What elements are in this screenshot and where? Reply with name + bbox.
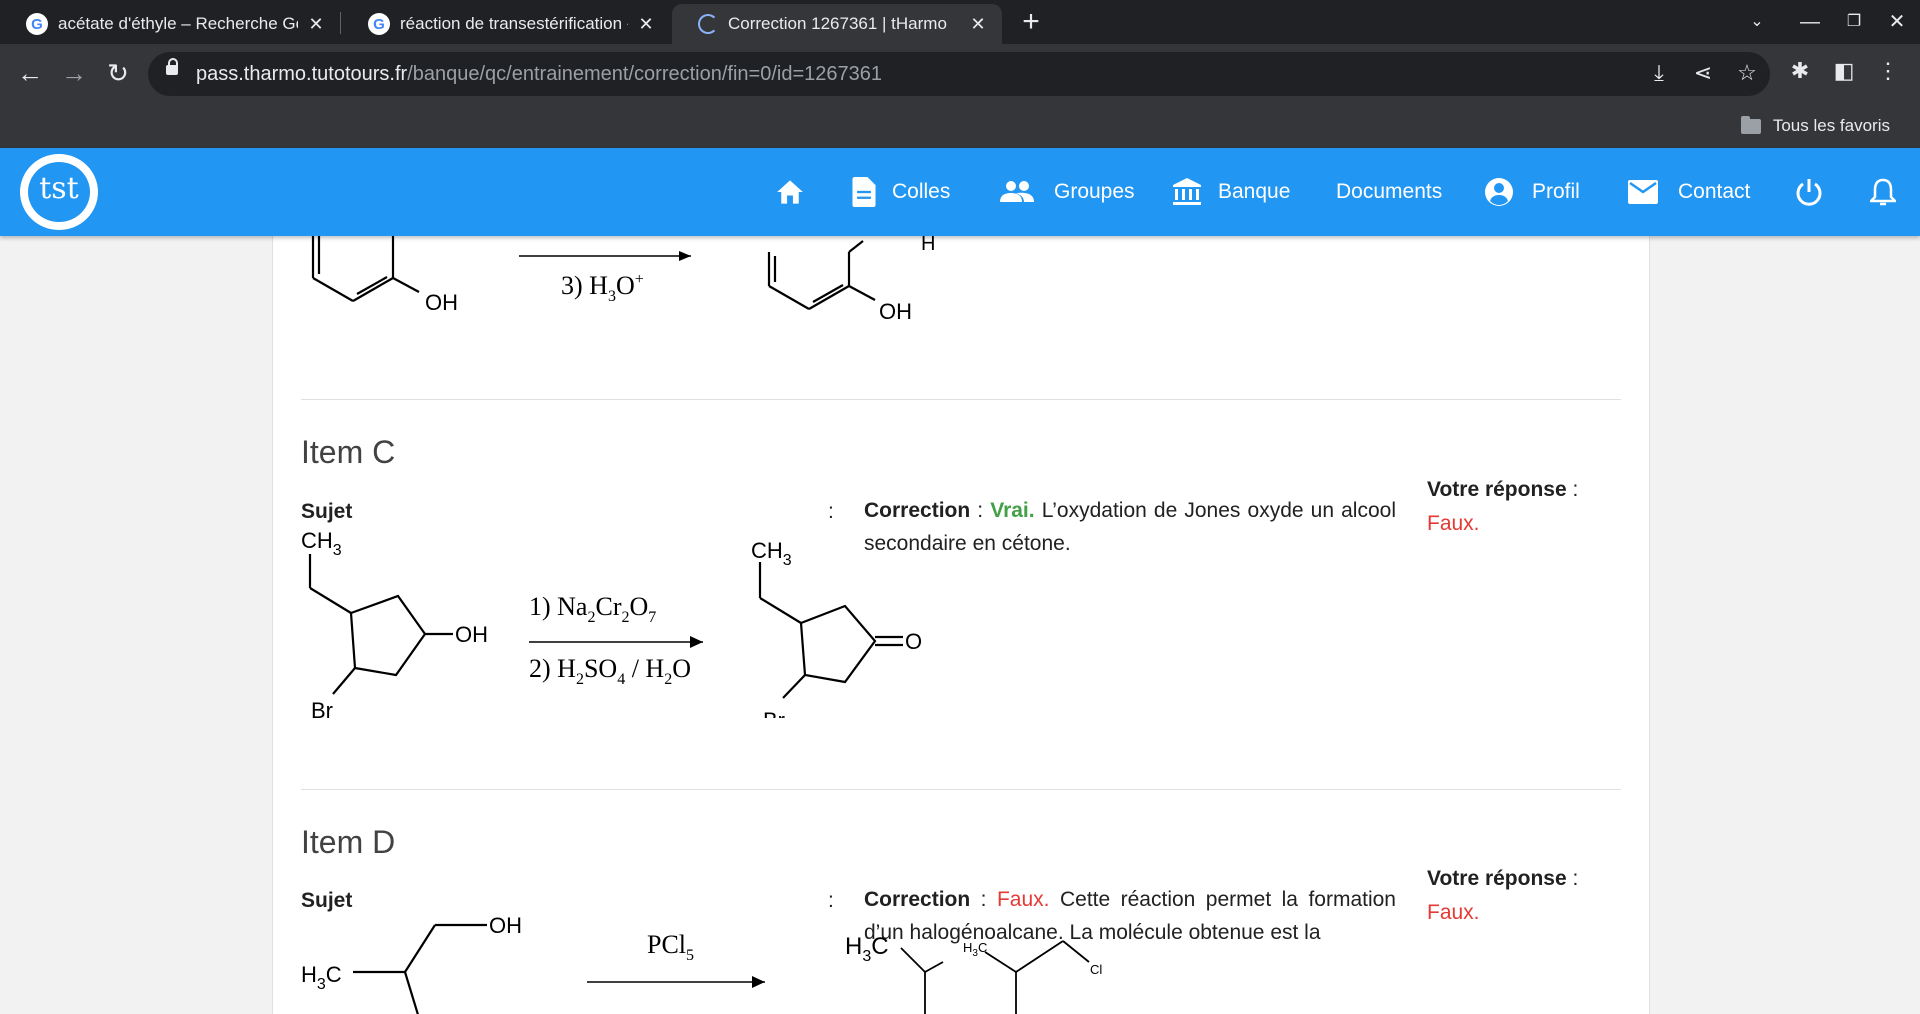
site-navbar: tst Colles Groupes Banque Documents Prof…	[0, 148, 1920, 236]
new-tab-button[interactable]: +	[1014, 4, 1048, 40]
google-icon: G	[26, 13, 48, 35]
install-icon[interactable]: ⤓	[1644, 60, 1674, 86]
nav-groupes[interactable]: Groupes	[1000, 148, 1135, 236]
home-icon	[777, 180, 803, 204]
all-bookmarks-label: Tous les favoris	[1772, 116, 1890, 135]
site-logo[interactable]: tst	[20, 154, 98, 230]
close-icon[interactable]: ✕	[636, 14, 656, 35]
reagent-step3: 3) H3O+	[561, 271, 644, 305]
item-title: Item D	[301, 824, 396, 860]
power-icon	[1796, 179, 1822, 206]
item-divider	[301, 789, 1621, 790]
ketone-o-label: O	[905, 629, 922, 654]
restore-icon[interactable]: ❐	[1837, 6, 1871, 38]
nav-colles[interactable]: Colles	[852, 148, 950, 236]
reagent-step2: 2) H2SO4 / H2O	[529, 654, 691, 688]
nav-documents-label: Documents	[1336, 180, 1443, 203]
votre-reponse-label: Votre réponse :	[1427, 867, 1579, 890]
nav-banque[interactable]: Banque	[1172, 148, 1290, 236]
item-divider	[301, 399, 1621, 400]
nav-colles-label: Colles	[892, 180, 951, 203]
window-close-icon[interactable]: ✕	[1880, 6, 1914, 38]
share-icon[interactable]: ⋖	[1688, 60, 1718, 86]
menu-icon[interactable]: ⋮	[1872, 58, 1904, 84]
nav-documents[interactable]: Documents	[1336, 148, 1442, 236]
people-icon	[1000, 181, 1034, 202]
back-icon[interactable]: ←	[12, 56, 48, 92]
nav-groupes-label: Groupes	[1054, 180, 1135, 203]
all-bookmarks[interactable]: Tous les favoris	[1740, 115, 1890, 136]
item-title: Item C	[301, 434, 396, 470]
item-d-reaction-scheme: OH H3C PCl5 H3C H3C Cl	[301, 913, 1102, 1014]
address-bar[interactable]: pass.tharmo.tutotours.fr/banque/qc/entra…	[148, 52, 1770, 96]
h3c-label: H3C	[845, 933, 889, 965]
logo-text: tst	[39, 171, 79, 206]
tab-title: acétate d'éthyle – Recherche Go	[58, 14, 298, 33]
nav-contact-label: Contact	[1678, 180, 1751, 203]
cl-label: Cl	[1090, 962, 1102, 977]
document-icon	[852, 177, 876, 207]
tab-search-icon[interactable]: ⌄	[1740, 6, 1774, 38]
minimize-icon[interactable]: —	[1793, 6, 1827, 38]
tab-divider	[340, 12, 341, 34]
tab-title: réaction de transestérification -	[400, 14, 628, 33]
nav-home[interactable]	[776, 148, 804, 236]
reload-icon[interactable]: ↻	[100, 56, 136, 92]
nav-logout[interactable]	[1794, 148, 1824, 236]
item-c-reaction-scheme: CH3 OH Br 1) Na2Cr2O7 2) H2SO4 / H2O CH3…	[301, 528, 922, 718]
votre-reponse-value: Faux.	[1427, 512, 1480, 535]
oh-label: OH	[455, 622, 488, 647]
oh-label: OH	[425, 290, 458, 315]
account-icon	[1485, 178, 1513, 206]
nav-profil[interactable]: Profil	[1484, 148, 1580, 236]
url-text[interactable]: pass.tharmo.tutotours.fr/banque/qc/entra…	[196, 63, 882, 86]
side-panel-icon[interactable]: ◧	[1828, 58, 1860, 84]
oh-label: OH	[879, 299, 912, 324]
folder-icon	[1740, 115, 1761, 134]
reagent-step1: 1) Na2Cr2O7	[529, 592, 656, 626]
close-icon[interactable]: ✕	[306, 14, 326, 35]
browser-tab-2[interactable]: G réaction de transestérification - ✕	[342, 4, 670, 44]
votre-reponse-value: Faux.	[1427, 901, 1480, 924]
nav-banque-label: Banque	[1218, 180, 1291, 203]
h3c-label: H3C	[301, 962, 342, 993]
loading-icon	[698, 14, 718, 34]
ch3-label: CH3	[751, 538, 792, 569]
bookmark-star-icon[interactable]: ☆	[1732, 60, 1762, 86]
reagent-pcl5: PCl5	[647, 930, 694, 964]
bell-icon	[1870, 178, 1896, 206]
nav-contact[interactable]: Contact	[1628, 148, 1750, 236]
browser-tab-1[interactable]: G acétate d'éthyle – Recherche Go ✕	[0, 4, 340, 44]
browser-tab-bar: G acétate d'éthyle – Recherche Go ✕ G ré…	[0, 0, 1920, 44]
forward-icon[interactable]: →	[56, 56, 92, 92]
mail-icon	[1628, 180, 1658, 204]
nav-profil-label: Profil	[1532, 180, 1580, 203]
bookmarks-bar: Tous les favoris	[0, 104, 1920, 148]
votre-reponse-label: Votre réponse :	[1427, 478, 1579, 501]
previous-item-scheme: OH OH H 3) H3O+	[311, 236, 935, 324]
tab-title: Correction 1267361 | tHarmo	[728, 14, 947, 33]
extensions-icon[interactable]: ✱	[1784, 58, 1816, 84]
google-icon: G	[368, 13, 390, 35]
bank-icon	[1173, 178, 1201, 205]
lock-icon	[166, 58, 178, 75]
br-label: Br	[311, 698, 333, 718]
verdict: Vrai.	[990, 499, 1035, 522]
h-label: H	[921, 236, 935, 255]
correction-card: OH OH H 3) H3O+ Item C Sujet : Correctio…	[272, 236, 1650, 1014]
close-icon[interactable]: ✕	[968, 14, 988, 35]
browser-tab-3-active[interactable]: Correction 1267361 | tHarmo ✕	[672, 4, 1002, 44]
small-h3c-label: H3C	[963, 940, 987, 959]
browser-toolbar: ← → ↻ pass.tharmo.tutotours.fr/banque/qc…	[0, 44, 1920, 104]
br-label: Br	[763, 708, 785, 718]
oh-label: OH	[489, 913, 522, 938]
ch3-label: CH3	[301, 528, 342, 559]
nav-notifications[interactable]	[1870, 148, 1896, 236]
